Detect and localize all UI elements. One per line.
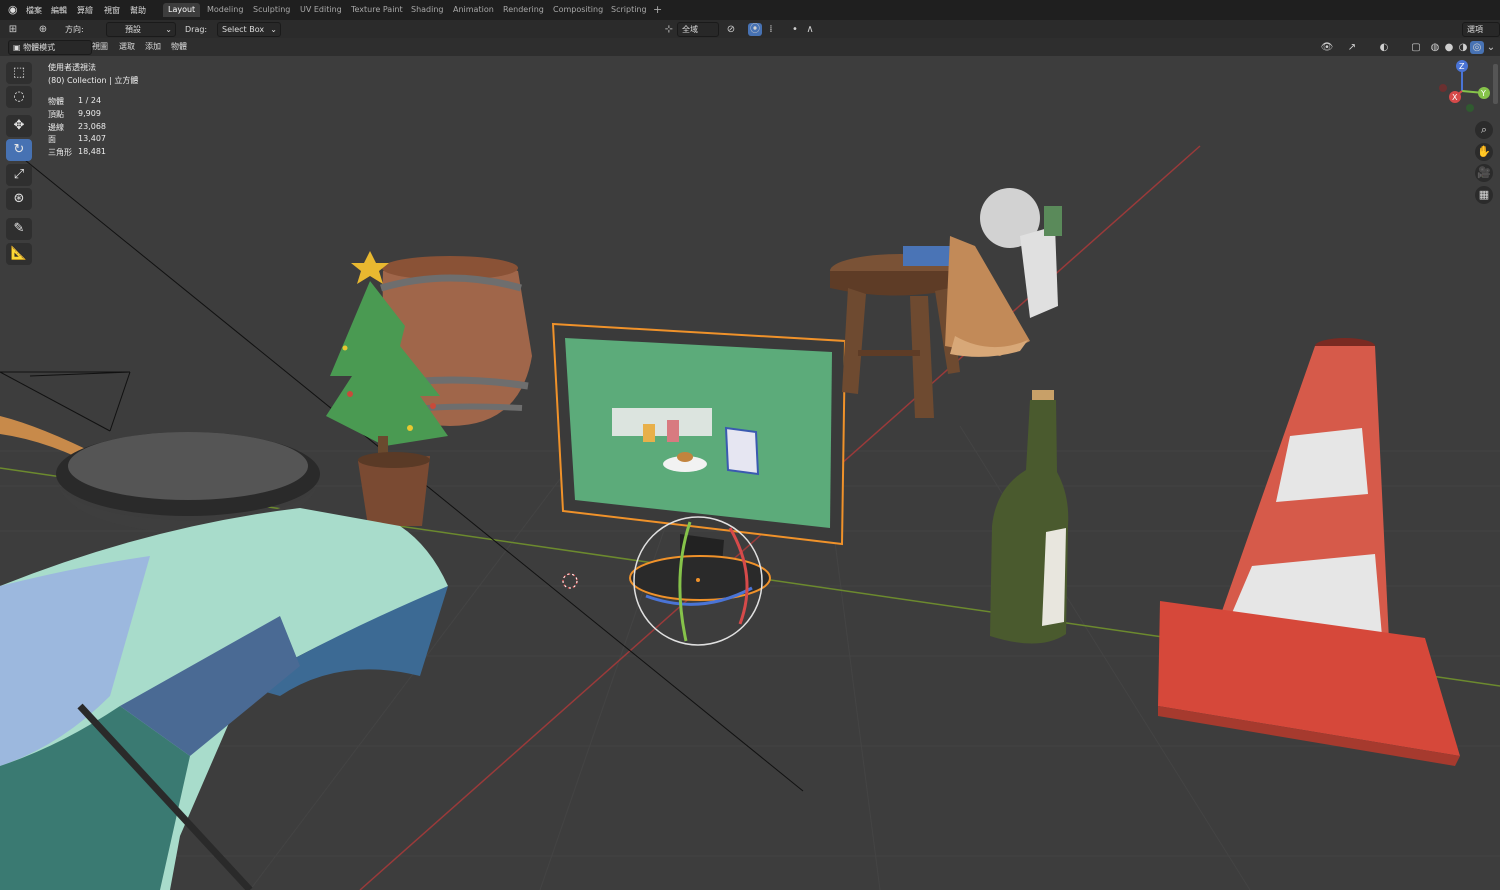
blender-logo-icon[interactable]: ◉	[8, 3, 18, 16]
tool-header: ⊞ ⊕ 方向: 預設 ⌄ Drag: Select Box ⌄ ⊹ 全域 ⊘ ⦿ ⁞…	[0, 20, 1500, 38]
rendered-shading-icon[interactable]: ◎	[1470, 41, 1484, 54]
navigation-gizmo[interactable]: Z Y X	[1439, 60, 1490, 112]
options-dropdown[interactable]: 選項	[1462, 22, 1500, 37]
view-name: 使用者透視法	[48, 63, 96, 72]
material-shading-icon[interactable]: ◑	[1456, 41, 1470, 54]
overlays-icon[interactable]: ◐	[1377, 41, 1391, 54]
options-label: 選項	[1467, 25, 1483, 34]
falloff-icon[interactable]: ∧	[803, 23, 817, 36]
menu-help[interactable]: 幫助	[130, 5, 146, 16]
annotate-icon[interactable]: ✎	[6, 218, 32, 240]
zoom-icon[interactable]: ⌕	[1475, 121, 1493, 139]
orientation-label: 方向:	[65, 25, 84, 34]
visibility-icon[interactable]: 👁	[1320, 41, 1334, 54]
snap-toggle-icon[interactable]: ⦿	[748, 23, 762, 36]
tab-modeling[interactable]: Modeling	[202, 3, 248, 17]
snap-target-icon[interactable]: ⁞	[764, 23, 778, 36]
gizmo-z-label: Z	[1459, 62, 1465, 71]
drag-value: Select Box	[222, 25, 265, 34]
stat-label: 邊線	[48, 123, 64, 132]
tab-sculpting[interactable]: Sculpting	[248, 3, 295, 17]
transform-pivot-icon[interactable]: ⊹	[662, 23, 676, 36]
orientation-dropdown[interactable]: 預設 ⌄	[106, 22, 176, 37]
monitor-object	[551, 322, 847, 601]
drag-label: Drag:	[185, 25, 208, 34]
stat-value: 1 / 24	[78, 96, 102, 105]
stat-faces: 面 13,407	[48, 134, 106, 145]
editor-type-icon[interactable]: ⊞	[6, 23, 20, 36]
xray-icon[interactable]: ▢	[1409, 41, 1423, 54]
viewport-scene: Z Y X	[0, 60, 1500, 890]
cursor-icon[interactable]: ◌	[6, 86, 32, 108]
menu-view[interactable]: 視圖	[88, 40, 112, 53]
menu-file[interactable]: 檔案	[26, 5, 42, 16]
menu-edit[interactable]: 編輯	[51, 5, 67, 16]
traffic-cone-object	[1158, 338, 1460, 766]
pivot-point-icon[interactable]: ⊘	[724, 23, 738, 36]
viewport-header: ▣ 物體模式 視圖 選取 添加 物體 👁 ↗ ◐ ▢ ◍ ● ◑ ◎ ⌄	[0, 38, 1500, 56]
menu-add[interactable]: 添加	[141, 40, 165, 53]
tab-scripting[interactable]: Scripting	[606, 3, 652, 17]
stat-triangles: 三角形 18,481	[48, 147, 106, 158]
solid-shading-icon[interactable]: ●	[1442, 41, 1456, 54]
mode-dropdown[interactable]: ▣ 物體模式	[8, 40, 92, 55]
stat-label: 物體	[48, 97, 64, 106]
tab-texture-paint[interactable]: Texture Paint	[346, 3, 408, 17]
top-menu-bar: ◉ 檔案 編輯 算繪 視窗 幫助 Layout Modeling Sculpti…	[0, 0, 1500, 20]
ortho-grid-icon[interactable]: ▦	[1475, 186, 1493, 204]
menu-render[interactable]: 算繪	[77, 5, 93, 16]
wireframe-shading-icon[interactable]: ◍	[1428, 41, 1442, 54]
wine-bottle-object	[990, 390, 1069, 644]
sidebar-toggle-handle[interactable]	[1493, 64, 1498, 104]
menu-select[interactable]: 選取	[115, 40, 139, 53]
transform-icon[interactable]: ⊛	[6, 188, 32, 210]
pan-icon[interactable]: ✋	[1475, 143, 1493, 161]
stat-value: 18,481	[78, 147, 106, 156]
chevron-down-icon: ⌄	[270, 25, 277, 34]
move-icon[interactable]: ✥	[6, 115, 32, 137]
tab-compositing[interactable]: Compositing	[548, 3, 608, 17]
transform-orientation-icon[interactable]: ⊕	[36, 23, 50, 36]
shading-options-icon[interactable]: ⌄	[1484, 41, 1498, 54]
proportional-edit-icon[interactable]: •	[788, 23, 802, 36]
stat-objects: 物體 1 / 24	[48, 96, 101, 107]
menu-object[interactable]: 物體	[167, 40, 191, 53]
gizmo-toggle-icon[interactable]: ↗	[1345, 41, 1359, 54]
3d-viewport[interactable]: Z Y X	[0, 56, 1500, 890]
rotate-icon[interactable]: ↻	[6, 139, 32, 161]
stat-value: 13,407	[78, 134, 106, 143]
mode-value: 物體模式	[23, 43, 56, 52]
stat-label: 面	[48, 135, 56, 144]
chevron-down-icon: ⌄	[165, 25, 172, 34]
stat-value: 9,909	[78, 109, 101, 118]
gizmo-y-label: Y	[1480, 89, 1486, 98]
scale-icon[interactable]: ⤢	[6, 164, 32, 186]
stat-label: 頂點	[48, 110, 64, 119]
measure-icon[interactable]: 📐	[6, 243, 32, 265]
pivot-value: 全域	[682, 25, 698, 34]
orientation-value: 預設	[125, 25, 141, 34]
pivot-dropdown[interactable]: 全域	[677, 22, 719, 37]
camera-icon[interactable]: 🎥	[1475, 164, 1493, 182]
select-box-icon[interactable]: ⬚	[6, 62, 32, 84]
tab-rendering[interactable]: Rendering	[498, 3, 549, 17]
menu-window[interactable]: 視窗	[104, 5, 120, 16]
active-collection: (80) Collection | 立方體	[48, 76, 139, 85]
add-workspace-icon[interactable]: +	[653, 3, 662, 16]
stat-vertices: 頂點 9,909	[48, 109, 101, 120]
stat-label: 三角形	[48, 148, 72, 157]
tab-layout[interactable]: Layout	[163, 3, 201, 17]
umbrella-object	[0, 508, 448, 890]
gizmo-x-label: X	[1452, 93, 1458, 102]
object-mode-icon: ▣	[13, 43, 24, 52]
tab-animation[interactable]: Animation	[448, 3, 499, 17]
stat-edges: 邊線 23,068	[48, 122, 106, 133]
drag-dropdown[interactable]: Select Box ⌄	[217, 22, 281, 37]
tab-shading[interactable]: Shading	[406, 3, 449, 17]
stat-value: 23,068	[78, 122, 106, 131]
tab-uv-editing[interactable]: UV Editing	[295, 3, 347, 17]
